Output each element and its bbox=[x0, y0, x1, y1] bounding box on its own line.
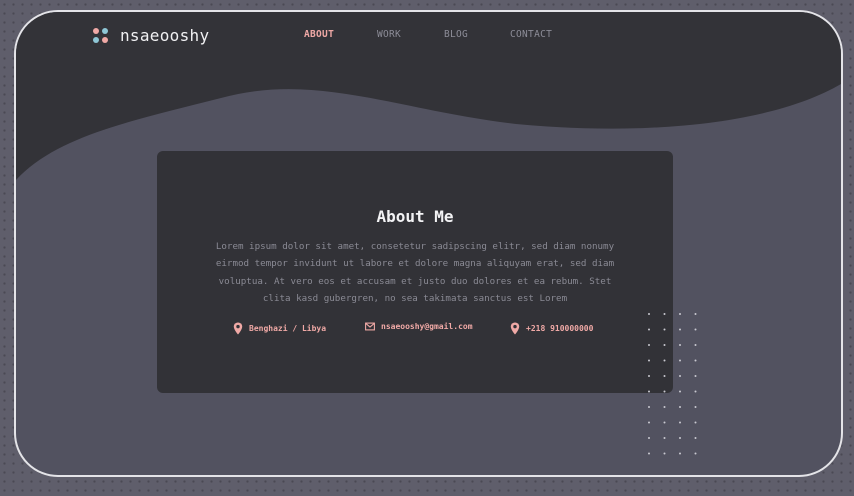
about-card: About Me Lorem ipsum dolor sit amet, con… bbox=[157, 151, 673, 393]
grid-dot bbox=[663, 344, 666, 346]
grid-dot bbox=[679, 359, 681, 362]
logo-dots-icon bbox=[92, 27, 110, 45]
grid-dot bbox=[694, 313, 697, 315]
grid-dot bbox=[694, 328, 697, 331]
grid-dot bbox=[694, 390, 697, 393]
grid-dot bbox=[663, 328, 666, 331]
grid-dot bbox=[679, 375, 681, 377]
grid-dot bbox=[648, 390, 650, 393]
grid-dot bbox=[663, 421, 666, 424]
decorative-dot-grid bbox=[648, 313, 697, 455]
grid-dot bbox=[679, 390, 681, 393]
grid-dot bbox=[648, 344, 650, 346]
grid-dot bbox=[648, 406, 650, 408]
grid-dot bbox=[679, 452, 681, 455]
mail-icon bbox=[365, 322, 375, 331]
grid-dot bbox=[679, 437, 681, 439]
location-pin-icon bbox=[233, 322, 243, 335]
nav-work[interactable]: WORK bbox=[377, 29, 401, 40]
page-frame: nsaeooshy ABOUT WORK BLOG CONTACT About … bbox=[14, 10, 843, 477]
grid-dot bbox=[694, 452, 697, 455]
grid-dot bbox=[648, 359, 650, 362]
contact-email-text: nsaeooshy@gmail.com bbox=[381, 322, 473, 331]
grid-dot bbox=[648, 375, 650, 377]
grid-dot bbox=[679, 313, 681, 315]
grid-dot bbox=[679, 406, 681, 408]
contact-location-text: Benghazi / Libya bbox=[249, 324, 327, 333]
grid-dot bbox=[694, 421, 697, 424]
grid-dot bbox=[648, 437, 650, 439]
nav-about[interactable]: ABOUT bbox=[304, 29, 334, 40]
contact-phone[interactable]: +218 910000000 bbox=[510, 322, 593, 335]
location-pin-icon bbox=[510, 322, 520, 335]
grid-dot bbox=[663, 452, 666, 455]
grid-dot bbox=[663, 390, 666, 393]
grid-dot bbox=[694, 375, 697, 377]
grid-dot bbox=[679, 344, 681, 346]
grid-dot bbox=[679, 421, 681, 424]
nav-contact[interactable]: CONTACT bbox=[510, 29, 552, 40]
brand-logo[interactable]: nsaeooshy bbox=[92, 26, 209, 45]
grid-dot bbox=[694, 344, 697, 346]
grid-dot bbox=[648, 452, 650, 455]
grid-dot bbox=[648, 313, 650, 315]
grid-dot bbox=[663, 375, 666, 377]
about-text: Lorem ipsum dolor sit amet, consetetur s… bbox=[215, 241, 615, 304]
grid-dot bbox=[648, 328, 650, 331]
grid-dot bbox=[679, 328, 681, 331]
grid-dot bbox=[663, 406, 666, 408]
grid-dot bbox=[694, 406, 697, 408]
contact-location: Benghazi / Libya bbox=[233, 322, 326, 335]
navbar: nsaeooshy ABOUT WORK BLOG CONTACT bbox=[16, 12, 841, 62]
grid-dot bbox=[663, 313, 666, 315]
about-title: About Me bbox=[376, 207, 454, 226]
grid-dot bbox=[648, 421, 650, 424]
grid-dot bbox=[663, 359, 666, 362]
contact-email[interactable]: nsaeooshy@gmail.com bbox=[365, 322, 473, 331]
grid-dot bbox=[663, 437, 666, 439]
brand-name: nsaeooshy bbox=[120, 26, 210, 45]
grid-dot bbox=[694, 359, 697, 362]
contact-phone-text: +218 910000000 bbox=[526, 324, 594, 333]
nav-blog[interactable]: BLOG bbox=[444, 29, 468, 40]
grid-dot bbox=[694, 437, 697, 439]
